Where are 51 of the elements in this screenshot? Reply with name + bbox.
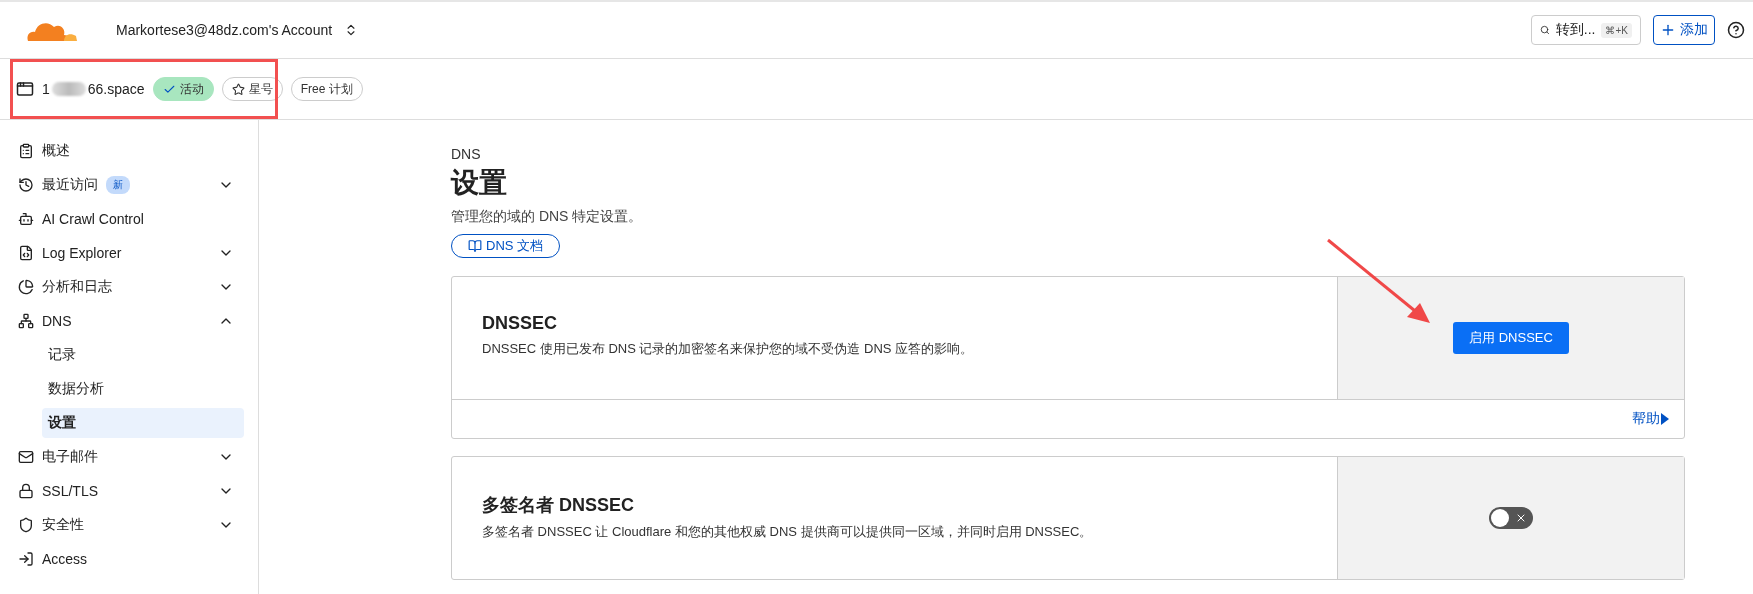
history-icon — [18, 177, 34, 193]
domain-name: 1 — [42, 81, 50, 97]
sidebar-subitem[interactable]: 记录 — [42, 340, 244, 370]
blur-mask — [51, 82, 86, 96]
domain-name: 66.space — [87, 81, 145, 97]
sidebar-item[interactable]: DNS — [12, 306, 246, 336]
toggle-switch[interactable] — [1489, 507, 1533, 529]
star-button[interactable]: 星号 — [221, 77, 283, 101]
enable-button[interactable]: 启用 DNSSEC — [1453, 322, 1569, 354]
sidebar-subitem[interactable]: 数据分析 — [42, 374, 244, 404]
card-title: DNSSEC — [482, 313, 558, 334]
login-icon — [18, 551, 34, 567]
add-button[interactable]: 添加 — [1653, 15, 1715, 45]
close-icon — [1515, 512, 1527, 524]
sidebar-subitem[interactable]: 设置 — [42, 408, 244, 438]
page-title: 设置 — [451, 166, 508, 200]
plan-badge: Free 计划 — [290, 77, 363, 101]
sidebar-item[interactable]: 安全性 — [12, 510, 246, 540]
shortcut-hint: ⌘+K — [1601, 22, 1632, 38]
account-name[interactable]: Markortese3@48dz.com's Account — [116, 22, 333, 38]
star-icon — [231, 82, 245, 96]
triangle-icon — [1660, 413, 1670, 425]
sidebar-item[interactable]: Access — [12, 544, 246, 574]
search-field[interactable]: 转到... ⌘+K — [1531, 15, 1641, 45]
page-description: 管理您的域的 DNS 特定设置。 — [451, 208, 644, 226]
book-icon — [468, 239, 482, 253]
sidebar-item[interactable]: 最近访问 新 — [12, 170, 246, 200]
sidebar-item[interactable]: 分析和日志 — [12, 272, 246, 302]
shield-icon — [18, 517, 34, 533]
card-description: DNSSEC 使用已发布 DNS 记录的加密签名来保护您的域不受伪造 DNS 应答的影响。 — [482, 340, 975, 358]
clipboard-icon — [18, 143, 34, 159]
help-icon[interactable] — [1727, 21, 1745, 39]
section-label: DNS — [451, 146, 482, 162]
lock-icon — [18, 483, 34, 499]
robot-icon — [18, 211, 34, 227]
sidebar-item[interactable]: 概述 — [12, 136, 246, 166]
sidebar-item[interactable]: Log Explorer — [12, 238, 246, 268]
plus-icon — [1660, 22, 1676, 38]
card-title: 多签名者 DNSSEC — [482, 494, 635, 517]
network-icon — [18, 313, 34, 329]
sidebar-item[interactable]: AI Crawl Control — [12, 204, 246, 234]
help-link[interactable]: 帮助 — [452, 399, 1684, 438]
sidebar-item[interactable]: SSL/TLS — [12, 476, 246, 506]
window-icon — [16, 80, 34, 98]
mail-icon — [18, 449, 34, 465]
card-description: 多签名者 DNSSEC 让 Cloudflare 和您的其他权威 DNS 提供商可以提供同一区域，并同时启用 DNSSEC。 — [482, 523, 1094, 541]
pie-chart-icon — [18, 279, 34, 295]
file-icon — [18, 245, 34, 261]
new-badge: 新 — [106, 176, 130, 194]
status-badge: 活动 — [152, 77, 214, 101]
sidebar-item[interactable]: 电子邮件 — [12, 442, 246, 472]
